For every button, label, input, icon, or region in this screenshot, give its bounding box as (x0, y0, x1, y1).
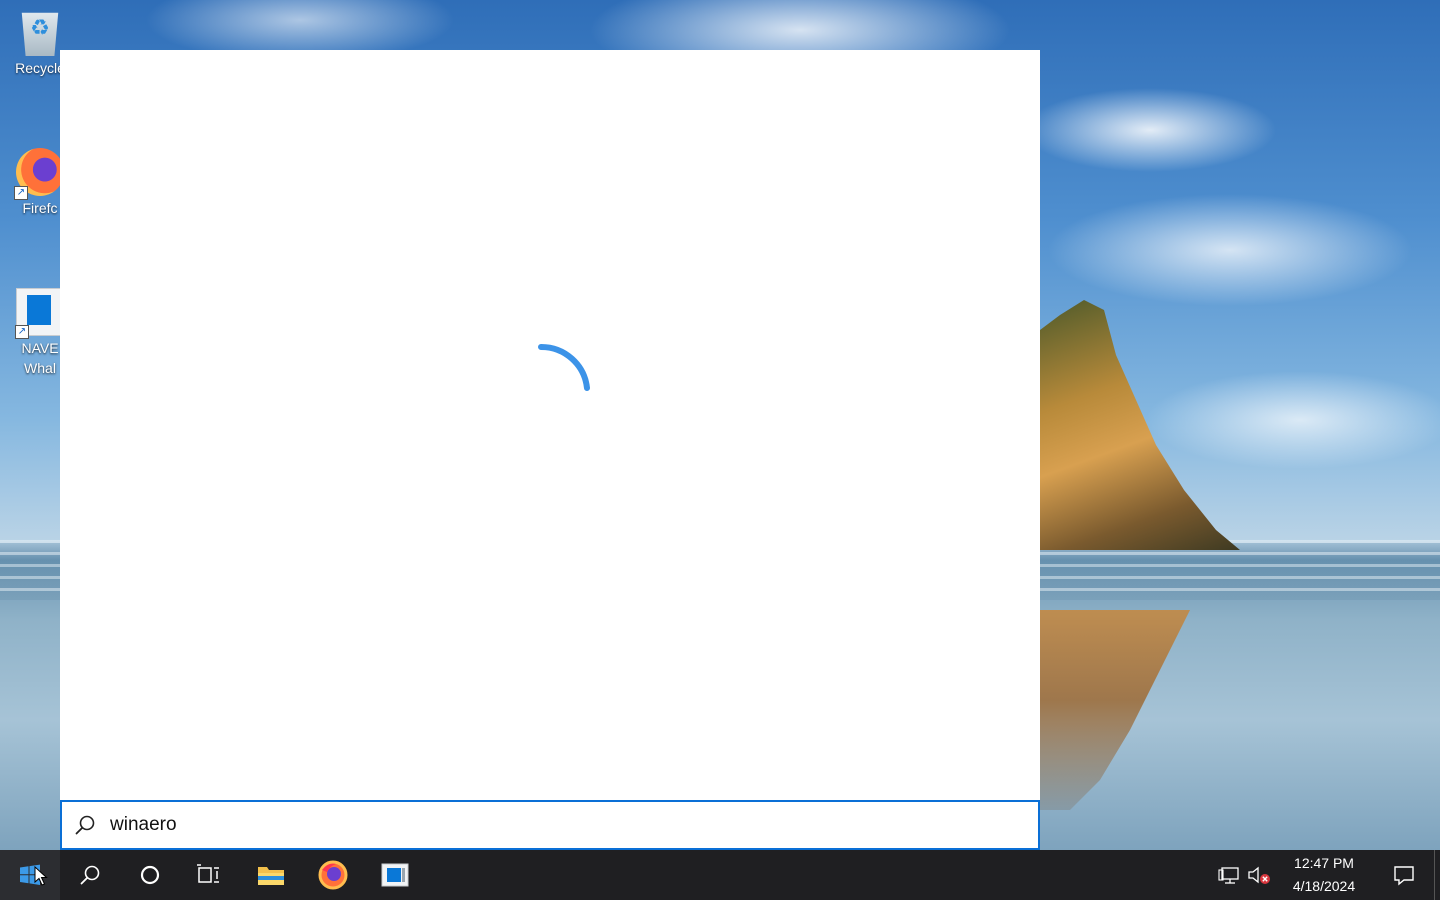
naver-whale-icon (381, 863, 409, 887)
loading-spinner-icon (538, 343, 590, 391)
show-desktop-button[interactable] (1434, 850, 1440, 900)
desktop-icon-label: NAVE (21, 340, 59, 356)
taskbar-app-naver-whale[interactable] (364, 850, 426, 900)
cortana-button[interactable] (120, 850, 180, 900)
desktop-icon-label: Recycle (15, 60, 65, 76)
volume-muted-icon (1248, 866, 1270, 884)
taskbar: 12:47 PM 4/18/2024 (0, 850, 1440, 900)
clock-date: 4/18/2024 (1292, 878, 1356, 894)
volume-button[interactable] (1244, 850, 1274, 900)
start-button[interactable] (0, 850, 60, 900)
recycle-bin-icon (21, 12, 59, 56)
system-tray: 12:47 PM 4/18/2024 (1214, 850, 1440, 900)
taskbar-app-firefox[interactable] (302, 850, 364, 900)
search-box[interactable] (60, 800, 1040, 850)
naver-whale-icon: ↗ (15, 288, 64, 339)
task-view-icon (197, 864, 219, 883)
search-results-panel (60, 50, 1040, 800)
firefox-icon: ↗ (14, 148, 64, 200)
task-view-button[interactable] (180, 850, 240, 900)
search-input[interactable] (110, 814, 990, 836)
shortcut-arrow-icon: ↗ (14, 186, 28, 200)
search-icon (80, 865, 100, 885)
action-center-icon (1394, 866, 1414, 886)
cortana-icon (140, 865, 160, 885)
taskbar-search-button[interactable] (60, 850, 120, 900)
taskbar-app-file-explorer[interactable] (240, 850, 302, 900)
action-center-button[interactable] (1374, 850, 1434, 900)
desktop-icon-label: Firefc (22, 200, 58, 216)
mouse-cursor-icon (34, 866, 48, 886)
network-button[interactable] (1214, 850, 1244, 900)
search-icon (75, 815, 95, 835)
desktop-icon-label: Whal (24, 360, 56, 376)
file-explorer-icon (258, 867, 284, 885)
firefox-icon (318, 860, 348, 890)
taskbar-clock[interactable]: 12:47 PM 4/18/2024 (1274, 852, 1374, 898)
shortcut-arrow-icon: ↗ (15, 325, 29, 339)
network-icon (1218, 867, 1239, 884)
clock-time: 12:47 PM (1294, 855, 1354, 871)
